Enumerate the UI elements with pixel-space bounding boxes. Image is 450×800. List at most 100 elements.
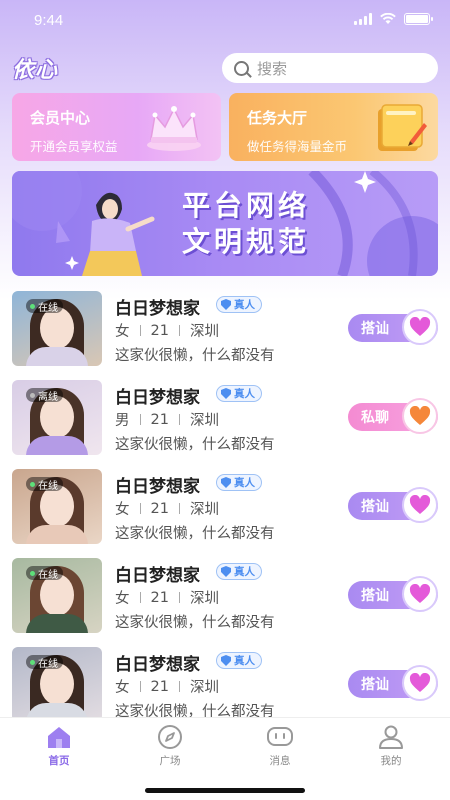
- user-gender: 女: [115, 591, 130, 607]
- heart-bubble: [402, 665, 438, 701]
- home-indicator: [145, 788, 305, 793]
- tab-square[interactable]: 广场: [130, 724, 210, 768]
- tab-square-label: 广场: [159, 755, 181, 767]
- private-chat-button-label: 私聊: [361, 410, 389, 426]
- task-hall-card[interactable]: 任务大厅 做任务得海量金币: [229, 93, 438, 161]
- shield-icon: [221, 566, 231, 577]
- avatar-outfit: [26, 436, 88, 455]
- greet-button-label: 搭讪: [361, 321, 389, 337]
- heart-bubble: [402, 576, 438, 612]
- home-icon: [48, 727, 70, 748]
- bottom-tab-bar: 首页 广场 消息 我的: [0, 717, 450, 800]
- vip-center-card[interactable]: 会员中心 开通会员享权益: [12, 93, 221, 161]
- promo-cards: 会员中心 开通会员享权益 任务大厅 做任务得海量金币: [12, 93, 438, 161]
- greet-button-label: 搭讪: [361, 588, 389, 604]
- user-bio: 这家伙很懒，什么都没有: [115, 437, 275, 453]
- user-meta: 女 21 深圳: [115, 587, 219, 608]
- tab-profile[interactable]: 我的: [351, 724, 431, 768]
- user-city: 深圳: [189, 502, 219, 518]
- avatar[interactable]: 在线: [12, 647, 102, 722]
- avatar[interactable]: 离线: [12, 380, 102, 455]
- avatar[interactable]: 在线: [12, 291, 102, 366]
- compass-icon: [158, 725, 182, 749]
- greet-button-label: 搭讪: [361, 499, 389, 515]
- user-age: 21: [150, 500, 169, 517]
- status-badge: 在线: [26, 299, 63, 314]
- tab-home[interactable]: 首页: [19, 724, 99, 768]
- verified-badge: 真人: [216, 385, 262, 402]
- user-age: 21: [150, 678, 169, 695]
- avatar-outfit: [26, 347, 88, 366]
- heart-bubble: [402, 309, 438, 345]
- banner-line-1: 平台网络: [182, 189, 311, 222]
- heart-icon: [409, 406, 431, 425]
- greet-button[interactable]: 搭讪: [348, 309, 438, 345]
- user-name: 白日梦想家: [115, 299, 200, 319]
- user-name: 白日梦想家: [115, 477, 200, 497]
- list-item[interactable]: 在线 白日梦想家 真人 女 21 深圳 这家伙很懒，什么都没有 搭讪: [0, 288, 450, 377]
- list-item[interactable]: 在线 白日梦想家 真人 女 21 深圳 这家伙很懒，什么都没有 搭讪: [0, 555, 450, 644]
- profile-icon: [379, 725, 403, 749]
- search-input[interactable]: 搜索: [222, 53, 438, 83]
- heart-bubble: [402, 487, 438, 523]
- top-header: 依心 搜索: [0, 50, 450, 86]
- shield-icon: [221, 299, 231, 310]
- user-bio: 这家伙很懒，什么都没有: [115, 348, 275, 364]
- app-logo: 依心: [12, 58, 59, 83]
- tab-messages-label: 消息: [269, 755, 291, 767]
- avatar[interactable]: 在线: [12, 558, 102, 633]
- user-gender: 女: [115, 324, 130, 340]
- status-badge: 在线: [26, 655, 63, 670]
- user-bio: 这家伙很懒，什么都没有: [115, 526, 275, 542]
- user-bio: 这家伙很懒，什么都没有: [115, 615, 275, 631]
- shield-icon: [221, 477, 231, 488]
- user-age: 21: [150, 589, 169, 606]
- tab-messages[interactable]: 消息: [240, 724, 320, 768]
- search-icon: [234, 60, 249, 76]
- user-gender: 女: [115, 680, 130, 696]
- banner-text: 平台网络 文明规范: [182, 188, 310, 260]
- user-city: 深圳: [189, 680, 219, 696]
- avatar-outfit: [26, 614, 88, 633]
- user-gender: 男: [115, 413, 130, 429]
- banner-line-2: 文明规范: [182, 225, 311, 258]
- greet-button[interactable]: 搭讪: [348, 576, 438, 612]
- list-item[interactable]: 在线 白日梦想家 真人 女 21 深圳 这家伙很懒，什么都没有 搭讪: [0, 466, 450, 555]
- status-bar: 9:44: [0, 0, 450, 44]
- status-icons: [354, 13, 433, 25]
- user-city: 深圳: [189, 591, 219, 607]
- private-chat-button[interactable]: 私聊: [348, 398, 438, 434]
- battery-icon: [404, 13, 433, 25]
- status-badge: 离线: [26, 388, 63, 403]
- signal-icon: [354, 13, 372, 25]
- user-name: 白日梦想家: [115, 655, 200, 675]
- crown-icon: [147, 106, 201, 151]
- verified-badge: 真人: [216, 296, 262, 313]
- tab-home-label: 首页: [48, 755, 70, 767]
- verified-badge: 真人: [216, 652, 262, 669]
- greet-button-label: 搭讪: [361, 677, 389, 693]
- message-icon: [267, 727, 293, 746]
- avatar[interactable]: 在线: [12, 469, 102, 544]
- greet-button[interactable]: 搭讪: [348, 487, 438, 523]
- heart-bubble: [402, 398, 438, 434]
- heart-icon: [409, 495, 431, 514]
- user-meta: 女 21 深圳: [115, 320, 219, 341]
- user-name: 白日梦想家: [115, 388, 200, 408]
- tab-profile-label: 我的: [380, 755, 402, 767]
- user-age: 21: [150, 322, 169, 339]
- civility-banner[interactable]: 平台网络 文明规范: [12, 171, 438, 276]
- verified-badge: 真人: [216, 563, 262, 580]
- user-gender: 女: [115, 502, 130, 518]
- list-item[interactable]: 离线 白日梦想家 真人 男 21 深圳 这家伙很懒，什么都没有 私聊: [0, 377, 450, 466]
- verified-badge: 真人: [216, 474, 262, 491]
- heart-icon: [409, 584, 431, 603]
- user-name: 白日梦想家: [115, 566, 200, 586]
- book-icon: [378, 104, 427, 151]
- status-badge: 在线: [26, 477, 63, 492]
- status-badge: 在线: [26, 566, 63, 581]
- heart-icon: [409, 317, 431, 336]
- wifi-icon: [380, 13, 396, 24]
- greet-button[interactable]: 搭讪: [348, 665, 438, 701]
- user-meta: 男 21 深圳: [115, 409, 219, 430]
